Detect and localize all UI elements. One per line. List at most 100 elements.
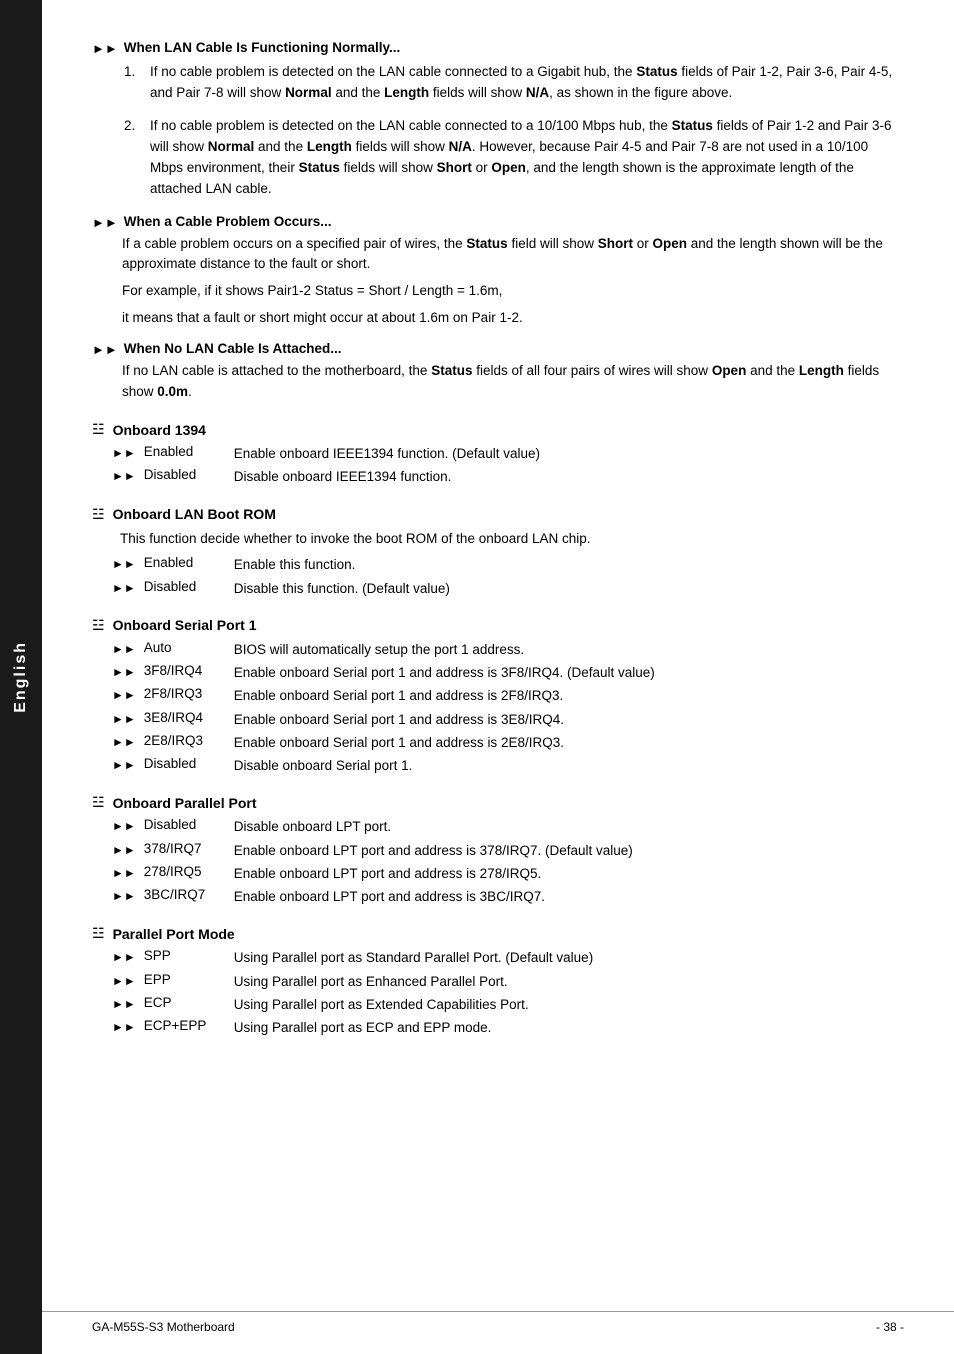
no-lan-body: If no LAN cable is attached to the mothe…	[92, 361, 904, 403]
parallel-mode-options: ►► SPP Using Parallel port as Standard P…	[92, 948, 904, 1038]
option-arrow-icon: ►►	[112, 557, 136, 571]
onboard-serial1-header: ☳ Onboard Serial Port 1	[92, 617, 904, 634]
cable-problem-line1: If a cable problem occurs on a specified…	[122, 234, 904, 276]
circle-arrow-icon-5: ☳	[92, 925, 105, 942]
section-no-lan: ►► When No LAN Cable Is Attached... If n…	[92, 341, 904, 403]
option-desc: Disable onboard LPT port.	[234, 817, 904, 837]
arrow-icon: ►►	[92, 41, 118, 56]
option-arrow-icon: ►►	[112, 758, 136, 772]
option-desc: Enable onboard LPT port and address is 3…	[234, 841, 904, 861]
option-desc: Enable onboard LPT port and address is 3…	[234, 887, 904, 907]
option-mode-spp: ►► SPP Using Parallel port as Standard P…	[92, 948, 904, 968]
main-content: ►► When LAN Cable Is Functioning Normall…	[42, 0, 954, 1102]
section-onboard-parallel: ☳ Onboard Parallel Port ►► Disabled Disa…	[92, 794, 904, 907]
option-arrow-icon: ►►	[112, 735, 136, 749]
arrow-icon-3: ►►	[92, 342, 118, 357]
option-lan-boot-enabled: ►► Enabled Enable this function.	[92, 555, 904, 575]
circle-arrow-icon-2: ☳	[92, 506, 105, 523]
sidebar: English	[0, 0, 42, 1354]
parallel-mode-header: ☳ Parallel Port Mode	[92, 925, 904, 942]
option-desc: Enable onboard Serial port 1 and address…	[234, 710, 904, 730]
option-label: Disabled	[144, 756, 234, 771]
lan-functioning-header: ►► When LAN Cable Is Functioning Normall…	[92, 40, 904, 56]
option-parallel-disabled: ►► Disabled Disable onboard LPT port.	[92, 817, 904, 837]
option-arrow-icon: ►►	[112, 469, 136, 483]
option-label: Disabled	[144, 579, 234, 594]
option-label: 278/IRQ5	[144, 864, 234, 879]
no-lan-header: ►► When No LAN Cable Is Attached...	[92, 341, 904, 357]
option-arrow-icon: ►►	[112, 997, 136, 1011]
option-serial1-3f8: ►► 3F8/IRQ4 Enable onboard Serial port 1…	[92, 663, 904, 683]
section-onboard-serial1: ☳ Onboard Serial Port 1 ►► Auto BIOS wil…	[92, 617, 904, 777]
option-desc: Using Parallel port as Extended Capabili…	[234, 995, 904, 1015]
footer-page: - 38 -	[876, 1320, 904, 1334]
onboard-1394-options: ►► Enabled Enable onboard IEEE1394 funct…	[92, 444, 904, 488]
onboard-1394-header: ☳ Onboard 1394	[92, 421, 904, 438]
lan-functioning-list: 1. If no cable problem is detected on th…	[92, 60, 904, 202]
sidebar-label: English	[12, 641, 30, 713]
option-serial1-2f8: ►► 2F8/IRQ3 Enable onboard Serial port 1…	[92, 686, 904, 706]
option-label: Enabled	[144, 444, 234, 459]
no-lan-title: When No LAN Cable Is Attached...	[124, 341, 342, 356]
option-parallel-278: ►► 278/IRQ5 Enable onboard LPT port and …	[92, 864, 904, 884]
option-label: 2E8/IRQ3	[144, 733, 234, 748]
option-mode-epp: ►► EPP Using Parallel port as Enhanced P…	[92, 972, 904, 992]
option-desc: Using Parallel port as Enhanced Parallel…	[234, 972, 904, 992]
option-label: EPP	[144, 972, 234, 987]
onboard-serial1-options: ►► Auto BIOS will automatically setup th…	[92, 640, 904, 777]
option-label: Enabled	[144, 555, 234, 570]
option-label: 3F8/IRQ4	[144, 663, 234, 678]
option-label: Disabled	[144, 467, 234, 482]
option-label: 2F8/IRQ3	[144, 686, 234, 701]
onboard-lan-boot-options: ►► Enabled Enable this function. ►► Disa…	[92, 555, 904, 599]
option-serial1-2e8: ►► 2E8/IRQ3 Enable onboard Serial port 1…	[92, 733, 904, 753]
section-onboard-lan-boot: ☳ Onboard LAN Boot ROM This function dec…	[92, 506, 904, 599]
option-arrow-icon: ►►	[112, 950, 136, 964]
onboard-lan-boot-intro: This function decide whether to invoke t…	[92, 529, 904, 550]
option-desc: Enable this function.	[234, 555, 904, 575]
option-arrow-icon: ►►	[112, 1020, 136, 1034]
option-label: Auto	[144, 640, 234, 655]
option-desc: Disable onboard IEEE1394 function.	[234, 467, 904, 487]
option-arrow-icon: ►►	[112, 866, 136, 880]
onboard-parallel-header: ☳ Onboard Parallel Port	[92, 794, 904, 811]
cable-problem-line2: For example, if it shows Pair1-2 Status …	[122, 281, 904, 302]
onboard-parallel-title: Onboard Parallel Port	[113, 795, 257, 811]
option-arrow-icon: ►►	[112, 642, 136, 656]
option-label: 378/IRQ7	[144, 841, 234, 856]
option-arrow-icon: ►►	[112, 581, 136, 595]
section-onboard-1394: ☳ Onboard 1394 ►► Enabled Enable onboard…	[92, 421, 904, 488]
option-1394-disabled: ►► Disabled Disable onboard IEEE1394 fun…	[92, 467, 904, 487]
option-desc: Disable onboard Serial port 1.	[234, 756, 904, 776]
option-serial1-disabled: ►► Disabled Disable onboard Serial port …	[92, 756, 904, 776]
section-cable-problem: ►► When a Cable Problem Occurs... If a c…	[92, 214, 904, 330]
option-desc: Enable onboard Serial port 1 and address…	[234, 733, 904, 753]
option-arrow-icon: ►►	[112, 843, 136, 857]
option-mode-ecp: ►► ECP Using Parallel port as Extended C…	[92, 995, 904, 1015]
onboard-lan-boot-header: ☳ Onboard LAN Boot ROM	[92, 506, 904, 523]
onboard-lan-boot-title: Onboard LAN Boot ROM	[113, 506, 276, 522]
onboard-parallel-options: ►► Disabled Disable onboard LPT port. ►►…	[92, 817, 904, 907]
option-label: ECP+EPP	[144, 1018, 234, 1033]
option-arrow-icon: ►►	[112, 819, 136, 833]
lan-functioning-title: When LAN Cable Is Functioning Normally..…	[124, 40, 401, 55]
option-desc: Enable onboard Serial port 1 and address…	[234, 686, 904, 706]
option-arrow-icon: ►►	[112, 688, 136, 702]
section-parallel-mode: ☳ Parallel Port Mode ►► SPP Using Parall…	[92, 925, 904, 1038]
option-serial1-auto: ►► Auto BIOS will automatically setup th…	[92, 640, 904, 660]
option-label: ECP	[144, 995, 234, 1010]
option-arrow-icon: ►►	[112, 889, 136, 903]
option-parallel-378: ►► 378/IRQ7 Enable onboard LPT port and …	[92, 841, 904, 861]
option-desc: Enable onboard LPT port and address is 2…	[234, 864, 904, 884]
parallel-mode-title: Parallel Port Mode	[113, 926, 235, 942]
footer-model: GA-M55S-S3 Motherboard	[92, 1320, 235, 1334]
option-1394-enabled: ►► Enabled Enable onboard IEEE1394 funct…	[92, 444, 904, 464]
onboard-1394-title: Onboard 1394	[113, 422, 206, 438]
cable-problem-title: When a Cable Problem Occurs...	[124, 214, 332, 229]
option-label: SPP	[144, 948, 234, 963]
option-desc: Using Parallel port as ECP and EPP mode.	[234, 1018, 904, 1038]
option-desc: BIOS will automatically setup the port 1…	[234, 640, 904, 660]
option-desc: Disable this function. (Default value)	[234, 579, 904, 599]
section-lan-functioning: ►► When LAN Cable Is Functioning Normall…	[92, 40, 904, 202]
onboard-serial1-title: Onboard Serial Port 1	[113, 617, 257, 633]
